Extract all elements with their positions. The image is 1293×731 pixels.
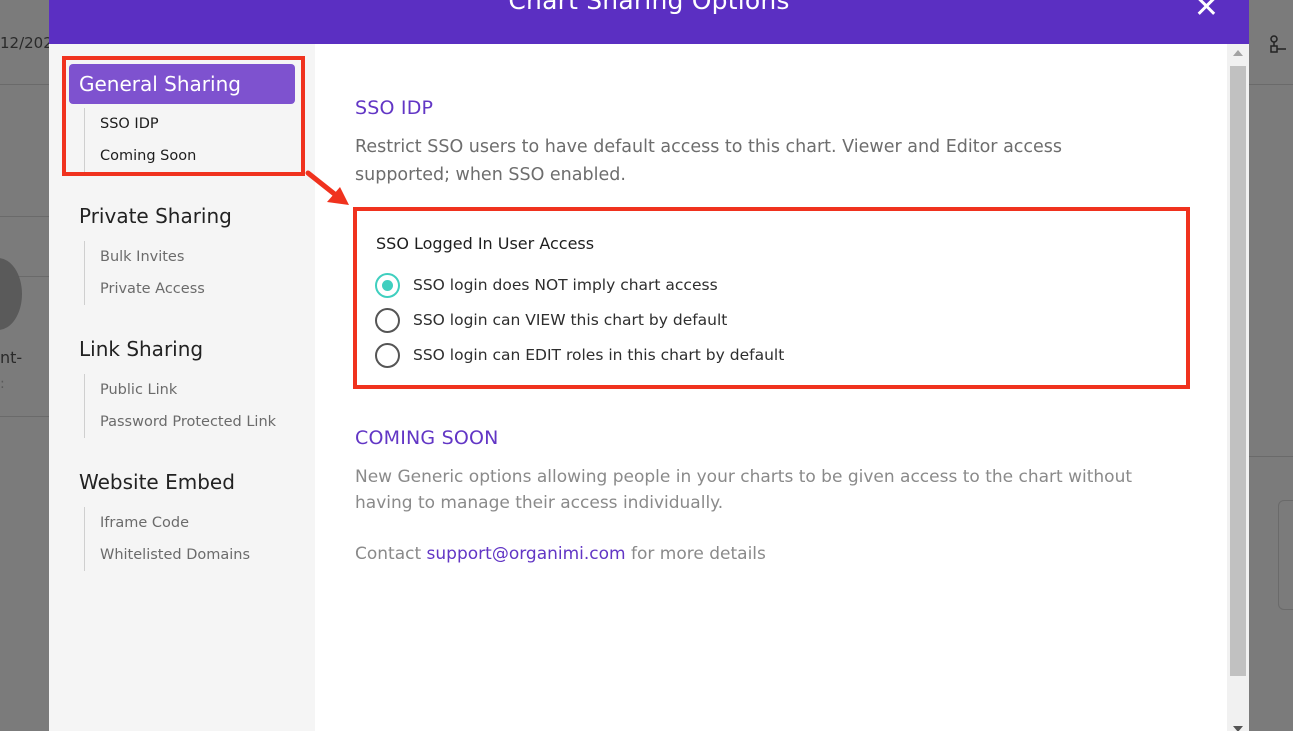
background-divider: [1249, 84, 1293, 85]
background-date: 12/202: [0, 34, 53, 52]
coming-soon-description: New Generic options allowing people in y…: [355, 467, 1133, 513]
nav-subgroup-private: Bulk Invites Private Access: [84, 241, 205, 305]
background-divider: [0, 416, 50, 417]
contact-prefix: Contact: [355, 544, 422, 564]
background-avatar: [0, 258, 22, 330]
nav-whitelisted-domains[interactable]: Whitelisted Domains: [85, 539, 250, 571]
nav-password-protected-link[interactable]: Password Protected Link: [85, 406, 276, 438]
background-divider: [0, 84, 50, 85]
sso-idp-description: Restrict SSO users to have default acces…: [355, 137, 1063, 185]
close-button[interactable]: ✕: [1194, 0, 1219, 26]
scroll-down-icon[interactable]: [1233, 726, 1243, 731]
nav-subgroup-embed: Iframe Code Whitelisted Domains: [84, 507, 250, 571]
annotation-arrow-icon: [305, 170, 349, 205]
modal-title: Chart Sharing Options: [508, 0, 790, 15]
modal-header: Chart Sharing Options ✕: [49, 0, 1249, 44]
nav-link-sharing[interactable]: Link Sharing: [79, 337, 203, 361]
support-email-link[interactable]: support@organimi.com: [427, 544, 626, 564]
background-text: :: [0, 376, 5, 392]
scroll-thumb[interactable]: [1230, 66, 1246, 676]
scroll-up-icon[interactable]: [1233, 50, 1243, 56]
nav-private-sharing[interactable]: Private Sharing: [79, 204, 232, 228]
nav-website-embed[interactable]: Website Embed: [79, 470, 235, 494]
sso-idp-heading: SSO IDP: [355, 97, 434, 119]
annotation-box-sidebar: [62, 56, 305, 176]
content-scrollbar[interactable]: [1227, 44, 1249, 731]
close-icon: ✕: [1193, 0, 1219, 25]
contact-line: Contact support@organimi.com for more de…: [355, 544, 766, 564]
nav-private-access[interactable]: Private Access: [85, 273, 205, 305]
nav-subgroup-link: Public Link Password Protected Link: [84, 374, 276, 438]
contact-suffix: for more details: [631, 544, 766, 564]
nav-iframe-code[interactable]: Iframe Code: [85, 507, 250, 539]
background-divider: [1249, 456, 1293, 457]
nav-public-link[interactable]: Public Link: [85, 374, 276, 406]
background-card: [1278, 500, 1293, 610]
coming-soon-heading: COMING SOON: [355, 427, 499, 449]
background-text: nt-: [0, 348, 23, 367]
hierarchy-icon: [1268, 34, 1293, 65]
annotation-box-options: [353, 207, 1190, 389]
nav-bulk-invites[interactable]: Bulk Invites: [85, 241, 205, 273]
background-divider: [0, 216, 50, 217]
